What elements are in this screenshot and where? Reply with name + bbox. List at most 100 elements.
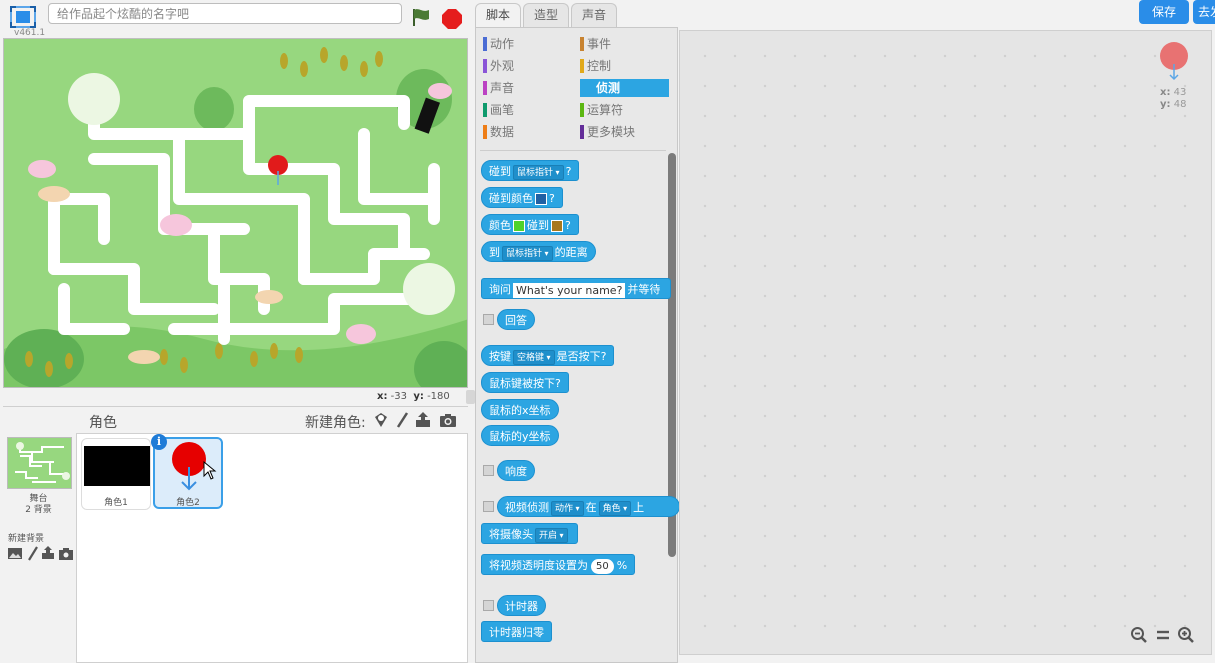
category-color-bar (580, 37, 584, 51)
fullscreen-icon[interactable] (10, 6, 36, 28)
stage-thumbnail[interactable] (7, 437, 72, 489)
block-text: 上 (633, 501, 645, 514)
block-text: 颜色 (489, 219, 511, 232)
upload-backdrop-icon[interactable] (40, 545, 58, 563)
paint-brush-icon[interactable] (393, 411, 411, 429)
loudness-checkbox[interactable] (483, 465, 494, 476)
category-sound[interactable]: 声音 (483, 79, 569, 97)
block-answer[interactable]: 回答 (497, 309, 535, 330)
upload-icon[interactable] (414, 411, 432, 429)
block-touching-color[interactable]: 碰到颜色? (481, 187, 563, 208)
block-video-sensing[interactable]: 视频侦测动作在角色上 (497, 496, 680, 517)
stage-label: 舞台 2 背景 (0, 494, 77, 516)
zoom-out-icon[interactable] (1130, 626, 1148, 644)
block-text: 的距离 (554, 246, 588, 259)
color-swatch[interactable] (513, 220, 525, 232)
block-text: 询问 (489, 283, 511, 296)
transparency-input[interactable]: 50 (591, 558, 614, 574)
ask-text-input[interactable]: What's your name? (513, 282, 626, 298)
block-distance-to[interactable]: 到鼠标指针的距离 (481, 241, 596, 262)
category-label: 声音 (490, 81, 515, 95)
timer-checkbox[interactable] (483, 600, 494, 611)
block-text: 碰到颜色 (489, 192, 533, 205)
block-text: 将摄像头 (489, 528, 533, 541)
key-dropdown[interactable]: 空格键 (513, 349, 555, 365)
category-data[interactable]: 数据 (483, 123, 569, 141)
video-state-dropdown[interactable]: 开启 (535, 527, 568, 543)
category-more-blocks[interactable]: 更多模块 (580, 123, 666, 141)
category-label: 控制 (587, 59, 612, 73)
new-sprite-label: 新建角色: (305, 415, 366, 431)
category-color-bar (483, 125, 487, 139)
sprite-1-name: 角色1 (104, 498, 128, 508)
category-pen[interactable]: 画笔 (483, 101, 569, 119)
answer-checkbox[interactable] (483, 314, 494, 325)
video-attribute-dropdown[interactable]: 动作 (551, 500, 584, 516)
stage-name: 舞台 (29, 494, 48, 504)
tab-costumes[interactable]: 造型 (523, 3, 570, 27)
green-flag-icon[interactable] (410, 6, 432, 28)
video-sensing-checkbox[interactable] (483, 501, 494, 512)
sprite-y-value: 48 (1173, 99, 1187, 110)
category-motion[interactable]: 动作 (483, 35, 569, 53)
camera-icon[interactable] (439, 411, 457, 429)
camera-backdrop-icon[interactable] (58, 545, 76, 563)
sprite-tile-1[interactable]: 角色1 (81, 438, 151, 510)
new-backdrop-label: 新建背景 (8, 534, 45, 544)
category-operators[interactable]: 运算符 (580, 101, 666, 119)
block-mouse-y[interactable]: 鼠标的y坐标 (481, 425, 559, 446)
script-area[interactable] (679, 30, 1212, 655)
backdrop-library-icon[interactable] (7, 545, 25, 563)
block-text: 并等待 (627, 283, 661, 296)
block-touching[interactable]: 碰到鼠标指针? (481, 160, 580, 181)
color-swatch[interactable] (551, 220, 563, 232)
project-title-input[interactable] (48, 3, 402, 24)
touching-dropdown[interactable]: 鼠标指针 (513, 164, 564, 180)
block-mouse-down[interactable]: 鼠标键被按下? (481, 372, 569, 393)
category-events[interactable]: 事件 (580, 35, 666, 53)
mouse-x-label: x: (377, 391, 388, 402)
category-color-bar (580, 103, 584, 117)
category-looks[interactable]: 外观 (483, 57, 569, 75)
sprite-2-name: 角色2 (176, 498, 200, 508)
info-icon[interactable]: i (151, 434, 167, 450)
choose-sprite-library-icon[interactable] (372, 411, 390, 429)
stage-collapse-handle[interactable] (466, 390, 475, 404)
category-sensing[interactable]: 侦测 (580, 79, 669, 97)
block-key-pressed[interactable]: 按键空格键是否按下? (481, 345, 615, 366)
sprites-title: 角色 (89, 415, 117, 431)
category-color-bar (483, 81, 487, 95)
sprite-x-value: 43 (1173, 87, 1187, 98)
tab-sounds[interactable]: 声音 (571, 3, 618, 27)
block-text: 是否按下? (556, 350, 607, 363)
block-video-transparency[interactable]: 将视频透明度设置为 50% (481, 554, 636, 575)
stage-canvas[interactable] (3, 38, 468, 388)
block-text: 在 (585, 501, 597, 514)
block-text: ? (565, 219, 571, 232)
color-swatch[interactable] (535, 193, 547, 205)
block-ask-and-wait[interactable]: 询问 What's your name? 并等待 (481, 278, 671, 299)
block-loudness[interactable]: 响度 (497, 460, 535, 481)
block-mouse-x[interactable]: 鼠标的x坐标 (481, 399, 559, 420)
category-label: 更多模块 (587, 125, 636, 139)
zoom-in-icon[interactable] (1177, 626, 1195, 644)
mouse-y-label: y: (413, 391, 424, 402)
category-label: 数据 (490, 125, 515, 139)
stage-backdrop-count: 2 背景 (25, 505, 52, 515)
distance-dropdown[interactable]: 鼠标指针 (502, 245, 553, 261)
zoom-reset-icon[interactable] (1154, 626, 1172, 644)
tab-scripts[interactable]: 脚本 (475, 3, 522, 28)
sprite-y-readout: y: 48 (1160, 99, 1186, 110)
block-reset-timer[interactable]: 计时器归零 (481, 621, 552, 642)
share-button[interactable]: 去发布 (1193, 0, 1215, 24)
category-color-bar (483, 37, 487, 51)
category-color-bar (483, 103, 487, 117)
category-control[interactable]: 控制 (580, 57, 666, 75)
stop-icon[interactable] (441, 8, 463, 30)
block-color-touching-color[interactable]: 颜色 碰到? (481, 214, 579, 235)
block-timer[interactable]: 计时器 (497, 595, 546, 616)
save-button[interactable]: 保存 (1139, 0, 1189, 24)
mouse-x-value: -33 (390, 391, 407, 402)
block-turn-video[interactable]: 将摄像头 开启 (481, 523, 578, 544)
video-target-dropdown[interactable]: 角色 (598, 500, 632, 516)
